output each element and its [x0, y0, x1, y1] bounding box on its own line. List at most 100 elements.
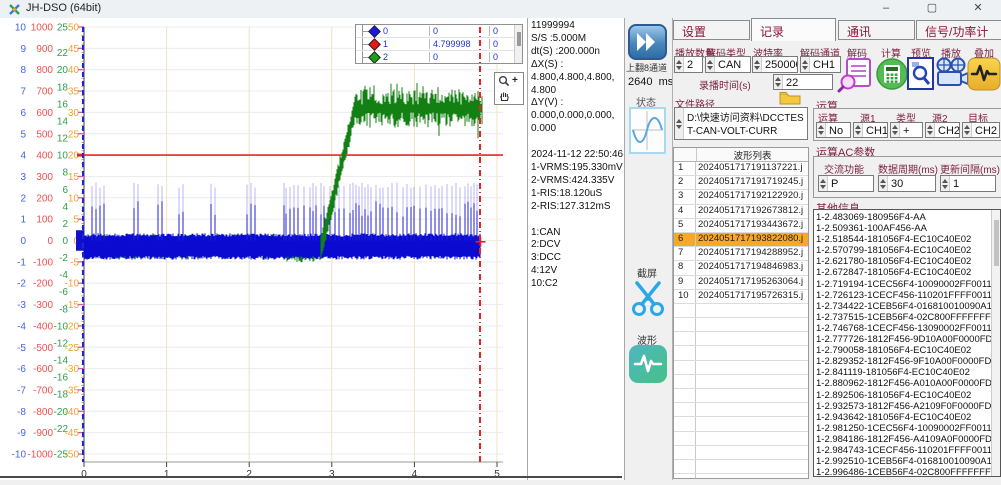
can-frame-line[interactable]: 1-2.719194-1CEC56F4-10090002FF001100: [816, 279, 1000, 290]
waveform-list-row[interactable]: [674, 446, 808, 460]
waveform-list-row[interactable]: 6 2024051717193822080.j: [674, 233, 808, 247]
waveform-list-row[interactable]: [674, 460, 808, 474]
legend-row[interactable]: 0 0 0: [356, 25, 522, 38]
minimize-button[interactable]: –: [863, 0, 909, 18]
waveform-list-row[interactable]: 9 2024051717195263064.j: [674, 276, 808, 290]
page-up-channels-button[interactable]: [628, 24, 667, 60]
legend-scrollbar[interactable]: [514, 25, 522, 63]
waveform-list-row[interactable]: [674, 332, 808, 346]
cursor-legend-table[interactable]: 0 0 0 1 4.799998 0 2 0 0 3 4.799998 0: [355, 24, 523, 64]
op-source1-spinner[interactable]: CH1: [853, 122, 888, 138]
can-frame-line[interactable]: 1-2.932573-1812F456-A2109F0F0000FD: [816, 401, 1000, 412]
axis-label: -7: [17, 385, 26, 396]
waveform-list-row[interactable]: [674, 403, 808, 417]
status-indicator[interactable]: [629, 107, 666, 154]
waveform-list-row[interactable]: [674, 361, 808, 375]
axis-label: 20: [57, 65, 69, 76]
maximize-button[interactable]: ▢: [909, 0, 955, 18]
playback-count-spinner[interactable]: 2: [674, 56, 703, 73]
tab-record[interactable]: 记录: [751, 18, 836, 41]
can-frame-line[interactable]: 1-2.672847-181056F4-EC10C40E02: [816, 267, 1000, 278]
can-frame-line[interactable]: 1-2.981250-1CEC56F4-10090002FF001100: [816, 423, 1000, 434]
info-line: 4.800: [531, 85, 624, 98]
waveform-list-row[interactable]: [674, 346, 808, 360]
waveform-list-row[interactable]: [674, 417, 808, 431]
legend-row[interactable]: 1 4.799998 0: [356, 38, 522, 51]
can-frame-line[interactable]: 1-2.509361-100AF456-AA: [816, 223, 1000, 234]
ac-period-spinner[interactable]: 30: [878, 175, 936, 192]
row-number: 10: [674, 290, 696, 303]
can-frame-line[interactable]: 1-2.829352-1812F456-9F10A00F0000FD: [816, 356, 1000, 367]
zoom-in-tool[interactable]: +: [495, 73, 523, 88]
waveform-list-row[interactable]: [674, 389, 808, 403]
can-frame-line[interactable]: 1-2.570799-181056F4-EC10C40E02: [816, 245, 1000, 256]
can-frame-line[interactable]: 1-2.984743-1CECF456-110201FFFF001100: [816, 445, 1000, 456]
can-frame-line[interactable]: 1-2.518544-181056F4-EC10C40E02: [816, 234, 1000, 245]
can-frame-scrollbar[interactable]: [991, 210, 1000, 476]
can-frame-line[interactable]: 1-2.737515-1CEB56F4-02C800FFFFFFFFFF: [816, 312, 1000, 323]
waveform-list-row[interactable]: [674, 432, 808, 446]
screenshot-button[interactable]: [628, 278, 668, 323]
waveform-list-row[interactable]: 7 2024051717194288952.j: [674, 247, 808, 261]
overlay-button[interactable]: [967, 57, 1001, 96]
waveform-list-table[interactable]: 波形列表 1 2024051717191137221.j2 2024051717…: [673, 147, 809, 479]
file-path-field[interactable]: D:\快速访问资料\DCCTEST-CAN-VOLT-CURR: [674, 107, 808, 140]
can-frame-line[interactable]: 1-2.984186-1812F456-A4109A0F0000FD: [816, 434, 1000, 445]
decode-button[interactable]: [837, 57, 875, 98]
pan-tool[interactable]: [495, 88, 523, 103]
preview-button[interactable]: [907, 57, 934, 90]
tab-signal-power[interactable]: 信号/功率计: [916, 20, 1001, 40]
can-frame-line[interactable]: 1-2.992510-1CEB56F4-016810010090A15A: [816, 456, 1000, 467]
waveform-list-row[interactable]: 1 2024051717191137221.j: [674, 162, 808, 176]
op-target-spinner[interactable]: CH2: [962, 122, 1000, 138]
right-cursor-line[interactable]: [479, 27, 481, 462]
waveform-list-row[interactable]: 5 2024051717193443672.j: [674, 219, 808, 233]
oscilloscope-plot[interactable]: 109876543210-1-2-3-4-5-6-7-8-9-101000900…: [0, 18, 527, 480]
tab-communication[interactable]: 通讯: [838, 20, 915, 40]
can-frame-line[interactable]: 1-2.777726-1812F456-9D10A00F0000FD: [816, 334, 1000, 345]
can-frame-line[interactable]: 1-2.726123-1CECF456-110201FFFF001100: [816, 290, 1000, 301]
decode-type-spinner[interactable]: CAN: [705, 56, 751, 73]
row-number: 8: [674, 261, 696, 274]
legend-row[interactable]: 2 0 0: [356, 51, 522, 64]
waveform-list-row[interactable]: 10 2024051717195726315.j: [674, 290, 808, 304]
ac-interval-spinner[interactable]: 1: [940, 175, 996, 192]
can-frame-line[interactable]: 1-2.621780-181056F4-EC10C40E02: [816, 256, 1000, 267]
ac-function-spinner[interactable]: P: [818, 175, 874, 192]
can-frame-line[interactable]: 1-2.790058-181056F4-EC10C40E02: [816, 345, 1000, 356]
waveform-list-row[interactable]: [674, 318, 808, 332]
can-frame-line[interactable]: 1-2.734422-1CEB56F4-016810010090A15A: [816, 301, 1000, 312]
close-button[interactable]: ✕: [955, 0, 1001, 18]
waveform-list-row[interactable]: 2 2024051717191719245.j: [674, 176, 808, 190]
tab-settings[interactable]: 设置: [673, 20, 750, 40]
waveform-list-row[interactable]: [674, 375, 808, 389]
can-frame-line[interactable]: 1-2.892506-181056F4-EC10C40E02: [816, 390, 1000, 401]
waveform-list-row[interactable]: 3 2024051717192122920.j: [674, 190, 808, 204]
can-frame-line[interactable]: 1-2.996486-1CEB56F4-02C800FFFFFFFFFF: [816, 467, 1000, 477]
elapsed-time: 2640 ms: [628, 76, 673, 88]
op-source2-spinner[interactable]: CH2: [925, 122, 960, 138]
calculate-button[interactable]: [876, 58, 908, 95]
waveform-list-row[interactable]: [674, 304, 808, 318]
baud-rate-spinner[interactable]: 250000: [752, 56, 798, 73]
axis-label: 100: [36, 215, 53, 226]
play-button[interactable]: [934, 57, 970, 95]
op-type-spinner[interactable]: +: [890, 122, 923, 138]
can-frame-line[interactable]: 1-2.880962-1812F456-A010A00F0000FD: [816, 378, 1000, 389]
op-mode-spinner[interactable]: No: [816, 122, 851, 138]
left-cursor-line[interactable]: [82, 27, 84, 462]
axis-label: 800: [36, 65, 53, 76]
waveform-list-row[interactable]: 4 2024051717192673812.j: [674, 205, 808, 219]
waveform-list-row[interactable]: [674, 474, 808, 479]
can-frame-list[interactable]: 1-2.483069-180956F4-AA1-2.509361-100AF45…: [813, 209, 1001, 477]
axis-label: -800: [33, 407, 53, 418]
waveform-list-row[interactable]: 8 2024051717194846983.j: [674, 261, 808, 275]
record-time-spinner[interactable]: 22: [773, 74, 833, 90]
waveform-icon: [629, 345, 667, 383]
decode-channel-spinner[interactable]: CH1: [800, 56, 841, 73]
can-frame-line[interactable]: 1-2.841119-181056F4-EC10C40E02: [816, 367, 1000, 378]
can-frame-line[interactable]: 1-2.746768-1CECF456-13090002FF001100: [816, 323, 1000, 334]
can-frame-line[interactable]: 1-2.483069-180956F4-AA: [816, 212, 1000, 223]
waveform-button[interactable]: [629, 345, 667, 383]
can-frame-line[interactable]: 1-2.943642-181056F4-EC10C40E02: [816, 412, 1000, 423]
